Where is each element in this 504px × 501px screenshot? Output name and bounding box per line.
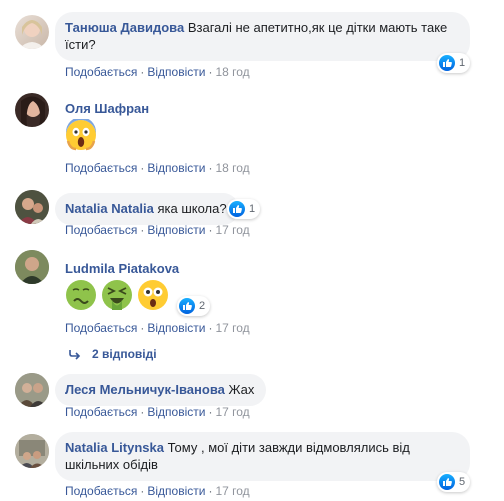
- timestamp[interactable]: 17 год: [215, 321, 249, 335]
- avatar-image: [15, 373, 49, 407]
- avatar[interactable]: [15, 93, 49, 127]
- nauseated-face-icon: [66, 280, 96, 310]
- like-icon: [439, 474, 455, 490]
- separator: ·: [140, 161, 145, 175]
- view-replies-link[interactable]: 2 відповіді: [68, 347, 157, 361]
- comment-author[interactable]: Natalia Natalia: [65, 201, 154, 216]
- comment-actions: Подобається · Відповісти · 17 год: [65, 484, 250, 498]
- comment-author[interactable]: Ludmila Piatakova: [65, 261, 179, 276]
- like-icon: [179, 298, 195, 314]
- like-link[interactable]: Подобається: [65, 223, 137, 237]
- like-link[interactable]: Подобається: [65, 405, 137, 419]
- avatar[interactable]: [15, 15, 49, 49]
- avatar-image: [19, 20, 45, 49]
- emoji-stickers: [55, 275, 169, 311]
- separator: ·: [140, 405, 145, 419]
- avatar[interactable]: [15, 190, 49, 224]
- screaming-face-icon: [66, 117, 96, 151]
- reaction-count[interactable]: 5: [437, 472, 471, 492]
- vomiting-face-icon: [102, 280, 132, 310]
- separator: ·: [208, 223, 213, 237]
- avatar[interactable]: [15, 373, 49, 407]
- comment-actions: Подобається · Відповісти · 18 год: [65, 65, 250, 79]
- timestamp[interactable]: 18 год: [215, 65, 249, 79]
- comment-author[interactable]: Танюша Давидова: [65, 20, 184, 35]
- reaction-number: 5: [459, 476, 466, 488]
- reaction-number: 1: [249, 203, 256, 215]
- emoji-sticker: [55, 115, 97, 156]
- comment-actions: Подобається · Відповісти · 17 год: [65, 321, 250, 335]
- comment-author[interactable]: Natalia Litynska: [65, 440, 164, 455]
- comment-author[interactable]: Леся Мельничук-Іванова: [65, 382, 225, 397]
- separator: ·: [140, 223, 145, 237]
- replies-label: 2 відповіді: [92, 347, 157, 361]
- timestamp[interactable]: 18 год: [215, 161, 249, 175]
- like-link[interactable]: Подобається: [65, 484, 137, 498]
- comment-text: Жах: [228, 382, 255, 397]
- reply-link[interactable]: Відповісти: [147, 161, 205, 175]
- avatar[interactable]: [15, 250, 49, 284]
- separator: ·: [208, 161, 213, 175]
- avatar-image: [15, 434, 49, 468]
- reply-link[interactable]: Відповісти: [147, 405, 205, 419]
- comment-text: яка школа?: [157, 201, 227, 216]
- timestamp[interactable]: 17 год: [215, 484, 249, 498]
- separator: ·: [208, 484, 213, 498]
- reply-link[interactable]: Відповісти: [147, 321, 205, 335]
- comment-author[interactable]: Оля Шафран: [65, 101, 149, 116]
- comment-actions: Подобається · Відповісти · 17 год: [65, 223, 250, 237]
- like-icon: [229, 201, 245, 217]
- separator: ·: [208, 405, 213, 419]
- reply-link[interactable]: Відповісти: [147, 484, 205, 498]
- timestamp[interactable]: 17 год: [215, 223, 249, 237]
- reaction-number: 1: [459, 57, 466, 69]
- reaction-number: 2: [199, 300, 206, 312]
- comment-bubble: Natalia Litynska Тому , мої діти завжди …: [55, 432, 470, 481]
- reply-link[interactable]: Відповісти: [147, 65, 205, 79]
- avatar-image: [15, 190, 49, 224]
- like-link[interactable]: Подобається: [65, 161, 137, 175]
- like-link[interactable]: Подобається: [65, 321, 137, 335]
- comment-actions: Подобається · Відповісти · 18 год: [65, 161, 250, 175]
- comment-bubble: Natalia Natalia яка школа?: [55, 193, 239, 225]
- separator: ·: [208, 321, 213, 335]
- comment-actions: Подобається · Відповісти · 17 год: [65, 405, 250, 419]
- avatar-image: [21, 96, 45, 127]
- astonished-face-icon: [138, 280, 168, 310]
- separator: ·: [140, 321, 145, 335]
- avatar[interactable]: [15, 434, 49, 468]
- reply-arrow-icon: [69, 350, 81, 360]
- separator: ·: [140, 484, 145, 498]
- like-link[interactable]: Подобається: [65, 65, 137, 79]
- like-icon: [439, 55, 455, 71]
- reaction-count[interactable]: 1: [437, 53, 471, 73]
- reply-link[interactable]: Відповісти: [147, 223, 205, 237]
- separator: ·: [208, 65, 213, 79]
- comment-bubble: Леся Мельничук-Іванова Жах: [55, 374, 267, 406]
- timestamp[interactable]: 17 год: [215, 405, 249, 419]
- avatar-image: [15, 250, 49, 284]
- reaction-count[interactable]: 2: [177, 296, 211, 316]
- separator: ·: [140, 65, 145, 79]
- reaction-count[interactable]: 1: [227, 199, 261, 219]
- comment-bubble: Танюша Давидова Взагалі не апетитно,як ц…: [55, 12, 470, 61]
